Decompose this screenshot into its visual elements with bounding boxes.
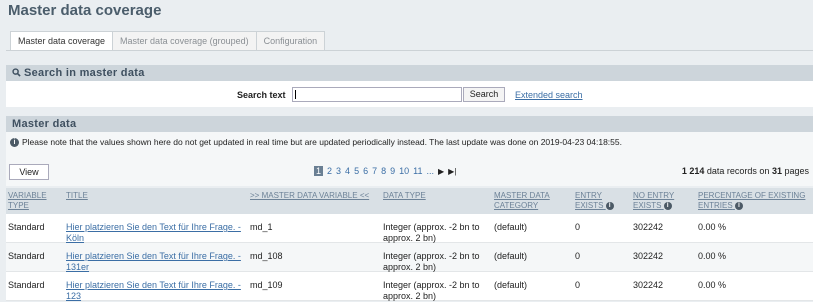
cell-no-entry-exists: 302242	[633, 280, 664, 290]
table-row: Standard Hier platzieren Sie den Text fü…	[6, 243, 813, 272]
record-total: 1 214	[681, 166, 705, 176]
column-header-category[interactable]: MASTER DATA CATEGORY	[494, 191, 564, 211]
page-link[interactable]: 3	[336, 166, 341, 176]
tab-master-data-coverage[interactable]: Master data coverage	[10, 31, 114, 51]
master-data-section-header: Master data	[6, 116, 813, 132]
cell-data-type: Integer (approx. -2 bn to approx. 2 bn)	[383, 251, 480, 272]
search-section-title: Search in master data	[24, 67, 145, 79]
cell-variable-type: Standard	[8, 280, 45, 290]
cell-percentage: 0.00 %	[698, 251, 727, 261]
cell-category: (default)	[494, 280, 528, 290]
column-header-variable-type[interactable]: VARIABLE TYPE	[8, 191, 58, 211]
cell-variable: md_109	[250, 280, 283, 290]
last-page-icon[interactable]: ▶|	[448, 167, 456, 176]
column-header-entry-exists[interactable]: ENTRY EXISTS i	[575, 191, 625, 211]
page-link[interactable]: 2	[327, 166, 332, 176]
column-header-no-entry-exists[interactable]: NO ENTRY EXISTS i	[633, 191, 691, 211]
record-count: 1 214 data records on 31 pages	[682, 166, 809, 176]
cell-no-entry-exists: 302242	[633, 251, 664, 261]
cell-entry-exists: 0	[575, 222, 581, 232]
info-icon[interactable]: i	[663, 201, 672, 210]
cell-percentage: 0.00 %	[698, 280, 727, 290]
table-row: Standard Hier platzieren Sie den Text fü…	[6, 272, 813, 301]
page-link[interactable]: 9	[390, 166, 395, 176]
record-suffix: pages	[784, 166, 809, 176]
tab-bar: Master data coverage Master data coverag…	[10, 31, 326, 51]
tab-master-data-coverage-grouped[interactable]: Master data coverage (grouped)	[113, 31, 257, 51]
record-middle: data records on	[706, 166, 770, 176]
tab-configuration[interactable]: Configuration	[256, 31, 326, 51]
info-icon[interactable]: i	[605, 201, 614, 210]
table-toolbar: View 1 2 3 4 5 6 7 8 9 10 11 ... ▶ ▶| 1 …	[6, 152, 813, 186]
page-total: 31	[771, 166, 782, 176]
page-link[interactable]: 8	[381, 166, 386, 176]
view-button[interactable]: View	[9, 164, 49, 180]
search-label: Search text	[237, 90, 286, 100]
page-link[interactable]: 10	[399, 166, 409, 176]
column-header-title[interactable]: TITLE	[66, 191, 88, 201]
table-header: VARIABLE TYPE TITLE >> MASTER DATA VARIA…	[6, 188, 813, 214]
cell-percentage: 0.00 %	[698, 222, 727, 232]
master-data-section-title: Master data	[12, 118, 77, 130]
page-link[interactable]: 5	[354, 166, 359, 176]
column-header-data-type[interactable]: DATA TYPE	[383, 191, 426, 201]
tab-divider	[6, 50, 813, 51]
cell-title-link[interactable]: Hier platzieren Sie den Text für Ihre Fr…	[66, 280, 246, 302]
cell-entry-exists: 0	[575, 251, 581, 261]
page-link[interactable]: 6	[363, 166, 368, 176]
update-notice: i Please note that the values shown here …	[6, 132, 813, 152]
table-row: Standard Hier platzieren Sie den Text fü…	[6, 214, 813, 243]
cell-variable-type: Standard	[8, 251, 45, 261]
page-current[interactable]: 1	[314, 166, 324, 176]
percentage-label: PERCENTAGE OF EXISTING ENTRIES	[698, 191, 806, 210]
info-icon: i	[10, 138, 19, 148]
info-icon[interactable]: i	[734, 201, 743, 210]
page-ellipsis: ...	[426, 166, 435, 176]
search-icon	[12, 68, 21, 77]
text-caret	[295, 90, 296, 99]
page-link[interactable]: 7	[372, 166, 377, 176]
page-title: Master data coverage	[8, 2, 162, 19]
page-link[interactable]: 11	[413, 166, 422, 176]
page-link[interactable]: 4	[345, 166, 350, 176]
column-header-percentage[interactable]: PERCENTAGE OF EXISTING ENTRIES i	[698, 191, 806, 211]
search-panel: Search text Search Extended search	[6, 81, 813, 107]
entry-exists-label: ENTRY EXISTS	[575, 191, 604, 210]
pagination: 1 2 3 4 5 6 7 8 9 10 11 ... ▶ ▶|	[314, 166, 456, 176]
column-header-variable[interactable]: >> MASTER DATA VARIABLE <<	[250, 191, 369, 201]
cell-data-type: Integer (approx. -2 bn to approx. 2 bn)	[383, 280, 480, 301]
cell-variable: md_1	[250, 222, 273, 232]
cell-title-link[interactable]: Hier platzieren Sie den Text für Ihre Fr…	[66, 251, 246, 273]
cell-entry-exists: 0	[575, 280, 581, 290]
search-section-header: Search in master data	[6, 65, 813, 81]
cell-title-link[interactable]: Hier platzieren Sie den Text für Ihre Fr…	[66, 222, 246, 244]
cell-data-type: Integer (approx. -2 bn to approx. 2 bn)	[383, 222, 480, 243]
search-button[interactable]: Search	[463, 87, 505, 102]
extended-search-link[interactable]: Extended search	[515, 90, 583, 100]
cell-category: (default)	[494, 222, 528, 232]
notice-text: Please note that the values shown here d…	[22, 137, 622, 147]
cell-variable: md_108	[250, 251, 283, 261]
search-input[interactable]	[292, 87, 462, 102]
next-page-icon[interactable]: ▶	[438, 167, 444, 176]
cell-no-entry-exists: 302242	[633, 222, 664, 232]
cell-category: (default)	[494, 251, 528, 261]
cell-variable-type: Standard	[8, 222, 45, 232]
table-body: Standard Hier platzieren Sie den Text fü…	[6, 214, 813, 301]
